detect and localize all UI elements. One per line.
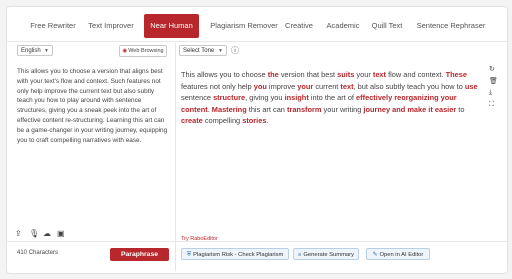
output-segment: flow and context. (386, 70, 446, 79)
check-plagiarism-button[interactable]: ⛨ Plagiarism Risk - Check Plagiarism (181, 248, 289, 260)
mode-tabs: Free Rewriter Text Improver Near Human P… (7, 14, 507, 38)
output-segment: your writing (321, 104, 364, 114)
shield-icon: ⛨ (186, 252, 192, 258)
output-segment: current (313, 81, 341, 91)
changed-word[interactable]: you (254, 82, 267, 91)
cloud-icon[interactable]: ☁ (43, 229, 51, 238)
web-browsing-label: Web Browsing (128, 48, 164, 54)
refresh-icon[interactable]: ↻ (489, 65, 495, 73)
character-count: 410 Characters (17, 250, 59, 256)
output-segment: , giving you (245, 93, 285, 103)
language-select[interactable]: English ▼ (17, 45, 53, 56)
generate-summary-button[interactable]: ≡ Generate Summary (293, 248, 359, 260)
output-segment: , but also subtly teach you how to (353, 81, 465, 91)
output-segment: your (354, 70, 373, 79)
tab-academic[interactable]: Academic (323, 14, 363, 38)
language-value: English (21, 48, 41, 54)
chevron-down-icon: ▼ (44, 48, 49, 54)
changed-word[interactable]: transform (287, 105, 322, 114)
upload-icon[interactable]: ⇪ (15, 229, 22, 238)
changed-word[interactable]: text (340, 82, 353, 91)
globe-icon: ◉ (122, 48, 128, 54)
document-icon: ≡ (298, 252, 302, 258)
output-segment: improve (266, 81, 298, 91)
output-segment: sentence (181, 93, 214, 103)
web-browsing-button[interactable]: ◉Web Browsing (119, 45, 167, 57)
changed-word[interactable]: Mastering (212, 105, 247, 114)
tone-placeholder: Select Tone (183, 48, 215, 54)
changed-word[interactable]: insight (285, 93, 309, 102)
generate-summary-label: Generate Summary (303, 252, 354, 258)
input-textarea[interactable]: This allows you to choose a version that… (17, 67, 169, 145)
changed-word[interactable]: journey and make it easier (363, 105, 456, 114)
chevron-down-icon: ▼ (218, 48, 223, 54)
check-plagiarism-label: Plagiarism Risk - Check Plagiarism (193, 252, 284, 258)
output-segment: this art can (246, 104, 287, 114)
rewriter-card: Free Rewriter Text Improver Near Human P… (6, 6, 508, 274)
output-segment: This allows you to choose (181, 70, 268, 79)
microphone-icon[interactable]: 🎙 (29, 229, 39, 238)
output-segment: version that best (278, 70, 338, 79)
tab-free-rewriter[interactable]: Free Rewriter (27, 14, 79, 38)
download-icon[interactable]: ⤓ (489, 89, 492, 97)
changed-word[interactable]: stories (242, 116, 266, 125)
open-ai-editor-label: Open in AI Editor (379, 252, 424, 258)
changed-word[interactable]: These (446, 70, 467, 79)
paraphrase-button[interactable]: Paraphrase (110, 248, 169, 261)
panel-divider (175, 43, 176, 271)
tab-creative[interactable]: Creative (283, 14, 315, 38)
changed-word[interactable]: your (297, 82, 313, 91)
output-segment: features not only help (181, 81, 254, 91)
input-footer-divider (7, 241, 175, 242)
tab-near-human[interactable]: Near Human (144, 14, 199, 38)
changed-word[interactable]: the (268, 70, 279, 79)
trash-icon[interactable]: 🗑 (489, 77, 498, 85)
image-icon[interactable]: ▣ (57, 229, 65, 238)
output-segment: into the art of (308, 93, 357, 103)
output-segment: compelling (202, 116, 243, 126)
output-segment: . (266, 116, 269, 126)
changed-word[interactable]: structure (213, 93, 245, 102)
output-text: This allows you to choose the version th… (181, 69, 485, 127)
expand-icon[interactable]: ⛶ (489, 101, 494, 109)
tab-quill-text[interactable]: Quill Text (367, 14, 407, 38)
tab-sentence-rephraser[interactable]: Sentence Rephraser (412, 14, 490, 38)
help-icon[interactable]: ⓘ (231, 45, 239, 56)
tab-plagiarism-remover[interactable]: Plagiarism Remover (205, 14, 283, 38)
edit-icon: ✎ (372, 252, 378, 258)
tab-text-improver[interactable]: Text Improver (85, 14, 137, 38)
changed-word[interactable]: text (373, 70, 386, 79)
output-segment: to (456, 104, 465, 114)
output-footer-divider (175, 241, 507, 242)
changed-word[interactable]: suits (337, 70, 354, 79)
tabs-divider (7, 41, 507, 42)
tone-select[interactable]: Select Tone ▼ (179, 45, 227, 56)
changed-word[interactable]: use (465, 82, 478, 91)
open-ai-editor-button[interactable]: ✎ Open in AI Editor (366, 248, 430, 260)
changed-word[interactable]: create (181, 116, 203, 125)
